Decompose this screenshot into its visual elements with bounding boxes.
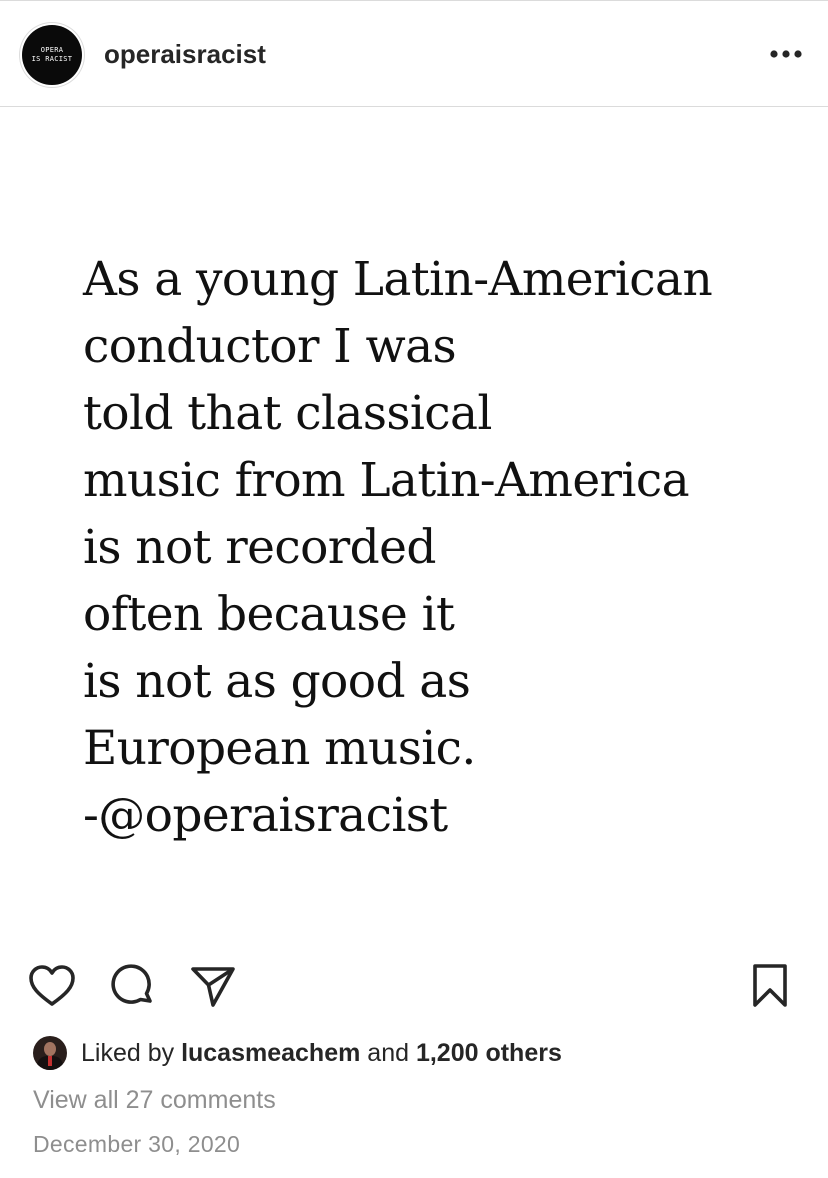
quote-line: conductor I was [83, 319, 457, 374]
post-quote-text: As a young Latin-American conductor I wa… [83, 246, 803, 849]
post-header: OPERA IS RACIST operaisracist [0, 0, 828, 107]
quote-line: is not as good as [83, 654, 471, 709]
post-image[interactable]: As a young Latin-American conductor I wa… [0, 107, 828, 950]
liker-avatar[interactable] [33, 1036, 67, 1070]
likes-summary: Liked by lucasmeachem and 1,200 others [33, 1035, 562, 1071]
save-button[interactable] [745, 961, 795, 1011]
send-icon [191, 967, 235, 1007]
username-link[interactable]: operaisracist [104, 39, 266, 70]
view-comments-link[interactable]: View all 27 comments [33, 1086, 276, 1115]
share-button[interactable] [188, 961, 238, 1011]
quote-line: As a young Latin-American [83, 252, 713, 307]
avatar-text-line-2: IS RACIST [31, 55, 73, 63]
likes-others-link[interactable]: 1,200 others [416, 1039, 562, 1068]
quote-line: often because it [83, 587, 455, 642]
quote-line: is not recorded [83, 520, 436, 575]
bookmark-icon [753, 964, 787, 1007]
heart-icon [29, 965, 75, 1006]
more-horizontal-icon [770, 50, 802, 58]
profile-avatar[interactable]: OPERA IS RACIST [22, 25, 82, 85]
likes-prefix: Liked by [81, 1038, 182, 1067]
liker-username-link[interactable]: lucasmeachem [181, 1039, 360, 1068]
avatar-text-line-1: OPERA [40, 46, 64, 54]
post-date: December 30, 2020 [33, 1131, 241, 1157]
quote-line: music from Latin-America [83, 453, 690, 508]
quote-line: told that classical [83, 386, 492, 441]
like-button[interactable] [27, 961, 77, 1011]
comment-icon [111, 964, 152, 1004]
quote-line: European music. [83, 721, 476, 776]
more-options-button[interactable] [766, 39, 806, 69]
comment-button[interactable] [108, 961, 158, 1011]
quote-attribution: -@operaisracist [83, 788, 448, 843]
likes-middle: and [360, 1038, 416, 1067]
action-bar [0, 955, 828, 1015]
